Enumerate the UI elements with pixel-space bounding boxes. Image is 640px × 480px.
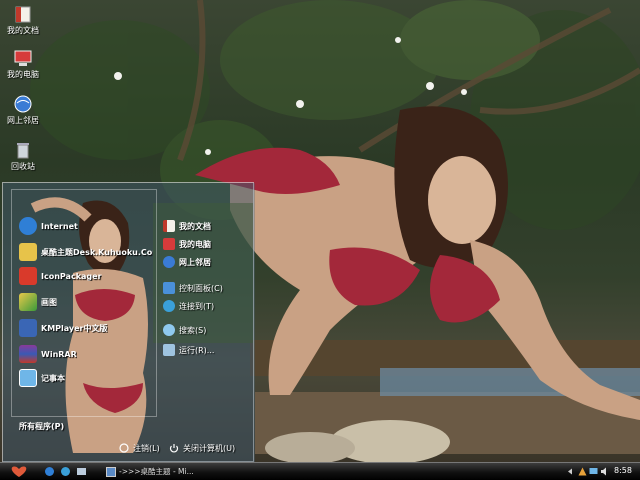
desktop-icon-label: 回收站	[11, 162, 35, 171]
run-icon	[163, 344, 175, 356]
logoff-label: 注销(L)	[133, 443, 160, 453]
pinned-internet[interactable]: Internet	[19, 215, 153, 237]
quicklaunch-ie-icon[interactable]	[44, 466, 55, 477]
quicklaunch-show-desktop-icon[interactable]	[76, 466, 87, 477]
logoff-icon	[119, 443, 129, 453]
pinned-iconpackager-label: IconPackager	[41, 271, 102, 281]
place-search-label: 搜索(S)	[179, 325, 207, 335]
documents-folder-icon	[15, 6, 31, 23]
place-my-computer[interactable]: 我的电脑	[163, 237, 253, 251]
iconpackager-icon	[19, 267, 37, 285]
pinned-theme-site-label: 桌酷主题Desk.Kuhuoku.Com	[41, 247, 153, 257]
taskbar-window-button[interactable]: ->>>桌酷主题 - Mi...	[104, 464, 200, 479]
quicklaunch-media-icon[interactable]	[60, 466, 71, 477]
pinned-internet-label: Internet	[41, 221, 78, 231]
kmplayer-icon	[19, 319, 37, 337]
place-network[interactable]: 网上邻居	[163, 255, 253, 269]
place-connect-to-label: 连接到(T)	[179, 301, 215, 311]
shutdown-label: 关闭计算机(U)	[183, 443, 236, 453]
pinned-notepad-label: 记事本	[41, 373, 65, 383]
winrar-icon	[19, 345, 37, 363]
computer-icon	[14, 50, 32, 66]
pinned-winrar-label: WinRAR	[41, 349, 77, 359]
network-icon	[14, 95, 32, 113]
notepad-icon	[19, 369, 37, 387]
pinned-kmplayer[interactable]: KMPlayer中文版	[19, 317, 153, 339]
tray-network-icon[interactable]	[589, 467, 598, 476]
place-control-panel-label: 控制面板(C)	[179, 283, 223, 293]
desktop-icon-label: 我的文档	[7, 26, 39, 35]
control-panel-icon	[163, 282, 175, 294]
taskbar-window-title: ->>>桌酷主题 - Mi...	[119, 467, 194, 476]
tray-volume-icon[interactable]	[600, 467, 609, 476]
browser-window-icon	[106, 466, 116, 477]
pinned-notepad[interactable]: 记事本	[19, 367, 153, 389]
taskbar: ->>>桌酷主题 - Mi... 8:58	[0, 462, 640, 480]
place-run[interactable]: 运行(R)...	[163, 343, 253, 357]
search-icon	[163, 324, 175, 336]
place-my-documents-label: 我的文档	[179, 221, 211, 231]
pinned-iconpackager[interactable]: IconPackager	[19, 265, 153, 287]
place-my-computer-label: 我的电脑	[179, 239, 211, 249]
desktop-icon-my-documents[interactable]: 我的文档	[0, 4, 46, 36]
place-run-label: 运行(R)...	[179, 345, 215, 355]
desktop-icon-label: 网上邻居	[7, 116, 39, 125]
place-control-panel[interactable]: 控制面板(C)	[163, 281, 253, 295]
place-network-label: 网上邻居	[179, 257, 211, 267]
pinned-winrar[interactable]: WinRAR	[19, 343, 153, 365]
place-search[interactable]: 搜索(S)	[163, 323, 253, 337]
shutdown-button[interactable]: 关闭计算机(U)	[169, 441, 235, 455]
pinned-paint-label: 画图	[41, 297, 57, 307]
network-icon	[163, 256, 175, 268]
pinned-theme-site[interactable]: 桌酷主题Desk.Kuhuoku.Com	[19, 241, 153, 263]
computer-icon	[163, 238, 175, 250]
tray-warning-icon[interactable]	[578, 467, 587, 476]
desktop-icon-label: 我的电脑	[7, 70, 39, 79]
logoff-button[interactable]: 注销(L)	[119, 441, 160, 455]
recycle-bin-icon	[17, 143, 29, 159]
theme-icon	[19, 243, 37, 261]
pinned-kmplayer-label: KMPlayer中文版	[41, 323, 108, 333]
power-icon	[169, 444, 179, 453]
ie-icon	[19, 217, 37, 235]
place-connect-to[interactable]: 连接到(T)	[163, 299, 253, 313]
desktop-icon-recycle-bin[interactable]: 回收站	[0, 140, 46, 172]
pinned-paint[interactable]: 画图	[19, 291, 153, 313]
start-menu: Internet 桌酷主题Desk.Kuhuoku.Com IconPackag…	[2, 182, 255, 463]
desktop-icon-my-computer[interactable]: 我的电脑	[0, 48, 46, 80]
connect-icon	[163, 300, 175, 312]
place-my-documents[interactable]: 我的文档	[163, 219, 253, 233]
taskbar-clock[interactable]: 8:58	[614, 466, 632, 475]
all-programs-button[interactable]: 所有程序(P)	[19, 421, 64, 432]
desktop-icon-network[interactable]: 网上邻居	[0, 94, 46, 126]
tray-arrow-icon[interactable]	[566, 467, 575, 476]
paint-icon	[19, 293, 37, 311]
start-button[interactable]	[8, 465, 30, 478]
documents-icon	[163, 220, 175, 232]
